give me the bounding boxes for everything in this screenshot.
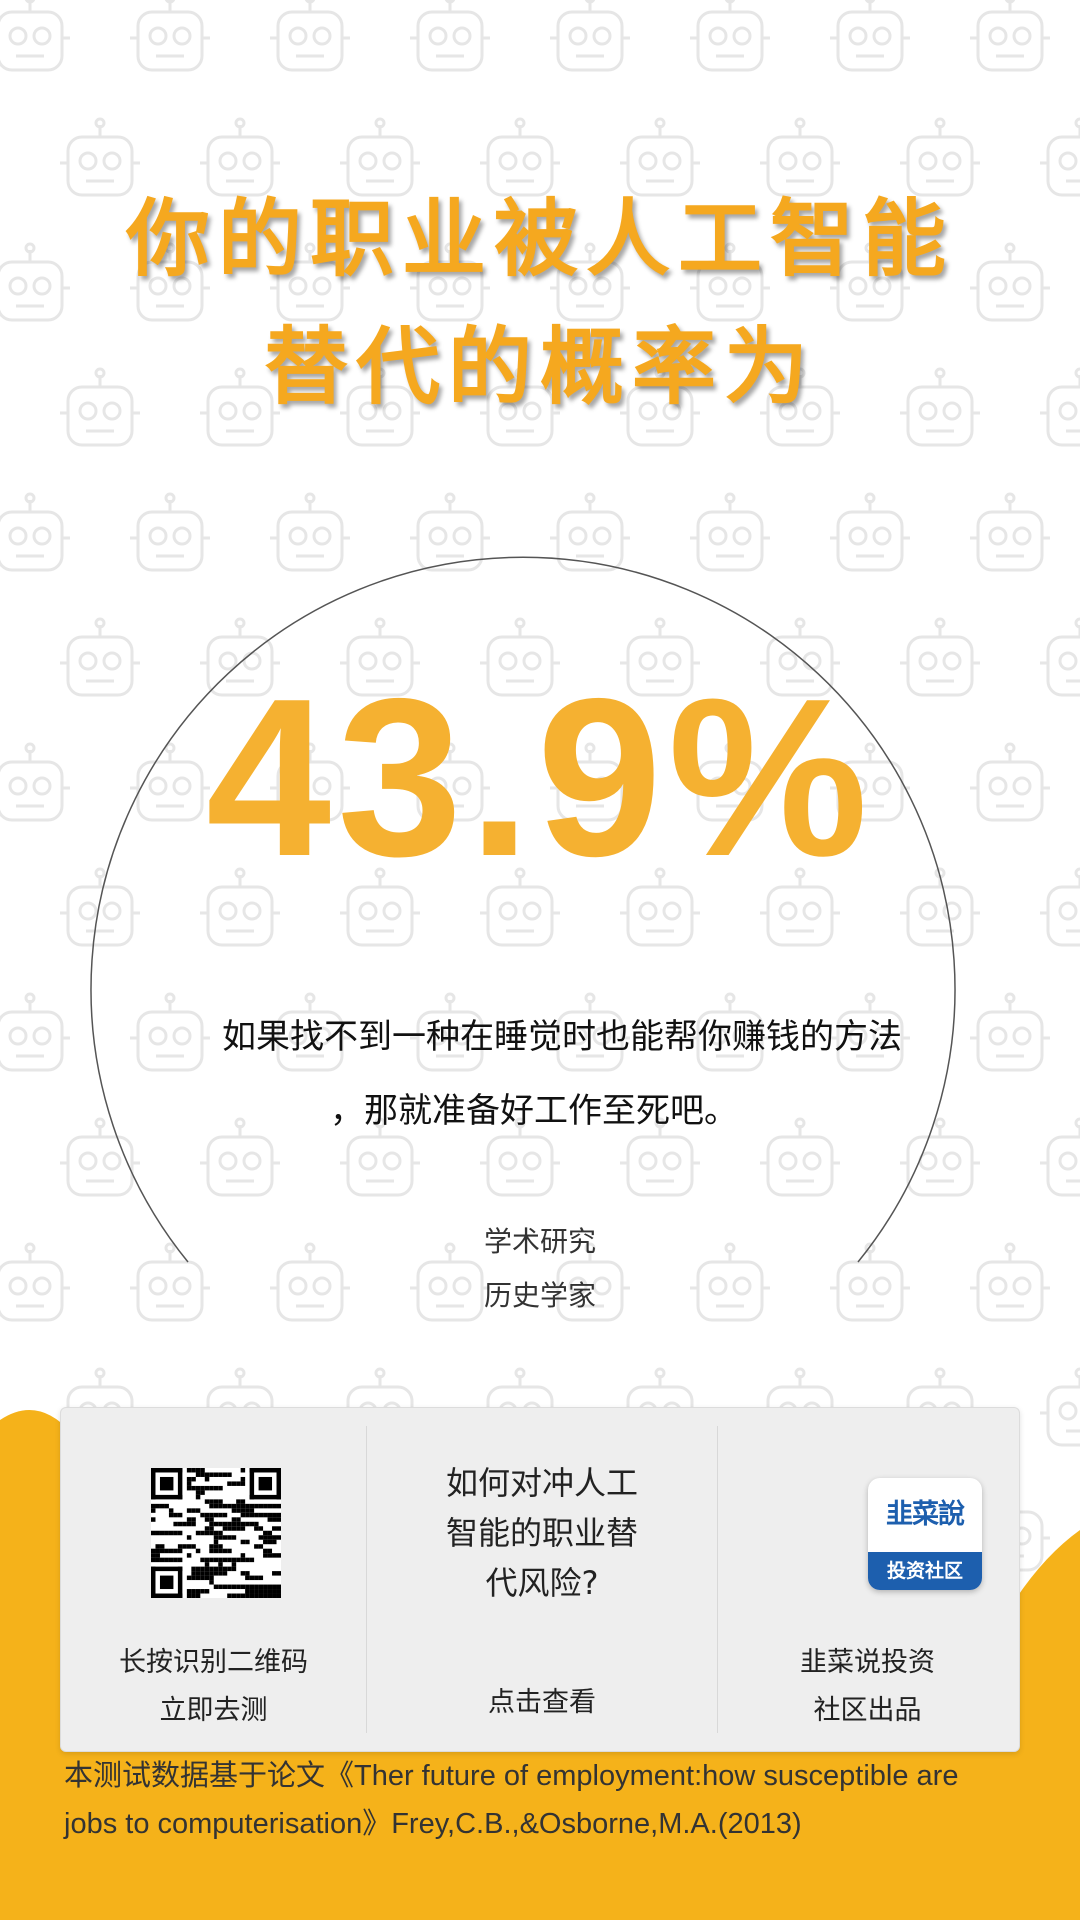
qr-instruction: 长按识别二维码: [119, 1647, 308, 1678]
occupation-name: 历史学家: [483, 1279, 596, 1312]
qr-code-icon[interactable]: [151, 1468, 281, 1598]
robot-pattern-icon: [128, 992, 212, 1072]
robot-pattern-icon: [198, 1117, 282, 1197]
robot-pattern-icon: [688, 0, 772, 72]
promo-card: 长按识别二维码 立即去测 如何对冲人工 智能的职业替 代风险? 点击查看 韭菜說…: [60, 1407, 1020, 1752]
robot-pattern-icon: [0, 992, 72, 1072]
title-line-2: 替代的概率为: [263, 318, 816, 416]
robot-pattern-icon: [0, 0, 72, 72]
robot-pattern-icon: [1038, 1117, 1080, 1197]
view-button[interactable]: 点击查看: [367, 1680, 717, 1719]
robot-pattern-icon: [408, 492, 492, 572]
robot-pattern-icon: [758, 1117, 842, 1197]
robot-pattern-icon: [968, 0, 1052, 72]
robot-pattern-icon: [268, 492, 352, 572]
title-line-1: 你的职业被人工智能: [125, 190, 954, 288]
robot-pattern-icon: [0, 492, 72, 572]
question-line-2: 智能的职业替: [445, 1514, 638, 1552]
probability-percentage: 43.9%: [206, 651, 874, 903]
robot-pattern-icon: [128, 0, 212, 72]
brand-logo-icon[interactable]: 韭菜說 投资社区: [868, 1478, 982, 1590]
robot-pattern-icon: [268, 0, 352, 72]
logo-subtitle: 投资社区: [868, 1552, 982, 1590]
hedge-risk-link[interactable]: 如何对冲人工 智能的职业替 代风险? 点击查看: [366, 1426, 718, 1733]
robot-pattern-icon: [898, 1117, 982, 1197]
robot-pattern-icon: [548, 0, 632, 72]
quote-line-1: 如果找不到一种在睡觉时也能帮你赚钱的方法: [222, 1017, 902, 1057]
source-footnote-2: jobs to computerisation》Frey,C.B.,&Osbor…: [64, 1808, 802, 1840]
robot-pattern-icon: [828, 492, 912, 572]
logo-wordmark: 韭菜說: [886, 1499, 965, 1530]
occupation-category: 学术研究: [483, 1225, 596, 1258]
robot-pattern-icon: [128, 492, 212, 572]
question-line-1: 如何对冲人工: [445, 1464, 638, 1502]
source-footnote-1: 本测试数据基于论文《Ther future of employment:how …: [64, 1760, 959, 1792]
question-line-3: 代风险?: [485, 1564, 599, 1602]
publisher-line-2: 社区出品: [813, 1695, 922, 1726]
robot-pattern-icon: [968, 992, 1052, 1072]
qr-section[interactable]: 长按识别二维码 立即去测: [61, 1408, 366, 1751]
robot-pattern-icon: [968, 492, 1052, 572]
robot-pattern-icon: [408, 0, 492, 72]
brand-section[interactable]: 韭菜說 投资社区 韭菜说投资 社区出品: [716, 1408, 1019, 1751]
qr-instruction-2: 立即去测: [159, 1695, 268, 1726]
robot-pattern-icon: [688, 492, 772, 572]
robot-pattern-icon: [828, 0, 912, 72]
publisher-line-1: 韭菜说投资: [800, 1647, 935, 1678]
quote-line-2: ，那就准备好工作至死吧。: [330, 1091, 738, 1131]
robot-pattern-icon: [548, 492, 632, 572]
robot-pattern-icon: [58, 1117, 142, 1197]
